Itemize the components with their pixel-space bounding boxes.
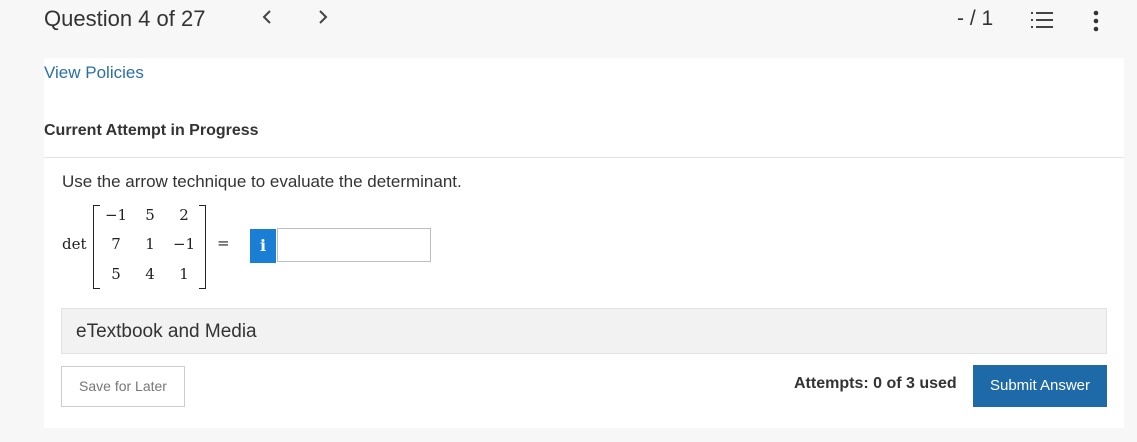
- matrix-left-bracket: [93, 205, 100, 289]
- etextbook-label: eTextbook and Media: [76, 321, 257, 342]
- score-display: - / 1: [957, 7, 994, 30]
- question-prompt: Use the arrow technique to evaluate the …: [62, 172, 462, 191]
- matrix-cell: −1: [172, 235, 196, 253]
- matrix-cell: 5: [111, 265, 121, 283]
- etextbook-media-section[interactable]: eTextbook and Media: [61, 308, 1107, 354]
- chevron-left-icon: [262, 10, 271, 24]
- question-counter: Question 4 of 27: [44, 6, 206, 31]
- matrix-cell: 5: [145, 206, 155, 224]
- matrix-cell: 7: [111, 235, 121, 253]
- submit-answer-button[interactable]: Submit Answer: [973, 365, 1107, 407]
- divider: [44, 157, 1124, 158]
- attempt-heading: Current Attempt in Progress: [44, 122, 259, 139]
- info-button[interactable]: i: [250, 229, 276, 263]
- matrix-cell: 1: [179, 265, 189, 283]
- next-question-button[interactable]: [318, 8, 328, 31]
- equals-sign: =: [217, 234, 230, 252]
- save-for-later-button[interactable]: Save for Later: [61, 366, 185, 407]
- matrix-right-bracket: [199, 205, 206, 289]
- view-policies-link[interactable]: View Policies: [44, 63, 144, 83]
- matrix-cell: 4: [145, 265, 155, 283]
- determinant-expression: det −1 5 2 7 1 −1 5 4 1 =: [62, 200, 272, 292]
- question-list-button[interactable]: [1031, 10, 1053, 30]
- matrix-cell: −1: [104, 206, 128, 224]
- more-options-button[interactable]: [1092, 10, 1100, 32]
- previous-question-button[interactable]: [262, 8, 272, 31]
- attempts-counter: Attempts: 0 of 3 used: [794, 375, 957, 392]
- info-icon: i: [259, 236, 267, 255]
- det-label: det: [62, 235, 87, 253]
- answer-input[interactable]: [277, 228, 431, 262]
- matrix-cell: 2: [179, 206, 189, 224]
- numbered-list-icon: [1031, 12, 1053, 28]
- chevron-right-icon: [319, 10, 328, 24]
- vertical-dots-icon: [1093, 10, 1099, 32]
- matrix-cell: 1: [145, 235, 155, 253]
- top-bar: Question 4 of 27 - / 1: [0, 0, 1137, 40]
